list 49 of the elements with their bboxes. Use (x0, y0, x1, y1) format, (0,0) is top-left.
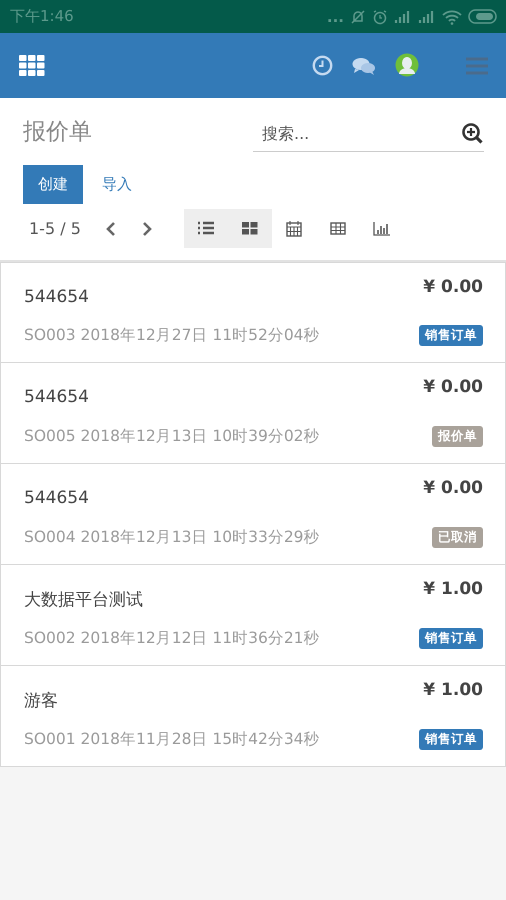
import-link[interactable]: 导入 (87, 165, 147, 204)
bell-off-icon (350, 8, 366, 24)
record-card[interactable]: 544654 ¥ 0.00 SO004 2018年12月13日 10时33分29秒 已取消 (0, 464, 506, 565)
status-tag: 销售订单 (419, 628, 483, 648)
create-button[interactable]: 创建 (23, 165, 83, 204)
search-field[interactable]: 搜索... (260, 123, 462, 144)
record-amount: ¥ 0.00 (423, 277, 483, 297)
record-reference: SO004 2018年12月13日 10时33分29秒 (24, 526, 321, 548)
record-card[interactable]: 大数据平台测试 ¥ 1.00 SO002 2018年12月12日 11时36分21秒 销售订单 (0, 565, 506, 666)
view-switch-button[interactable] (228, 209, 272, 248)
status-dots: ... (326, 8, 344, 26)
wifi-icon (442, 8, 462, 24)
avatar-icon[interactable] (395, 52, 419, 78)
clock-icon[interactable] (312, 55, 333, 76)
record-reference: SO003 2018年12月27日 11时52分04秒 (24, 325, 321, 346)
status-tag: 已取消 (432, 526, 483, 548)
record-name: 544654 (24, 287, 90, 307)
record-name: 游客 (24, 690, 59, 712)
chat-icon[interactable] (352, 56, 376, 76)
signal-icon (394, 10, 412, 24)
status-tag: 报价单 (432, 426, 483, 446)
pager-range: 1-5 / 5 (29, 219, 81, 238)
calendar-icon (284, 219, 304, 238)
record-name: 544654 (24, 488, 90, 508)
record-amount: ¥ 0.00 (423, 377, 483, 397)
record-card[interactable]: 544654 ¥ 0.00 SO005 2018年12月13日 10时39分02秒 报价单 (0, 363, 506, 464)
status-time: 下午1:46 (10, 7, 74, 26)
battery-icon (468, 9, 498, 24)
status-tag: 销售订单 (419, 728, 483, 750)
record-name: 大数据平台测试 (24, 588, 144, 610)
alarm-icon (372, 8, 388, 24)
record-amount: ¥ 1.00 (423, 680, 483, 700)
apps-grid-icon[interactable] (19, 54, 45, 76)
view-switch-button[interactable] (184, 209, 228, 248)
record-reference: SO001 2018年11月28日 15时42分34秒 (24, 728, 321, 750)
bar-chart-icon (372, 219, 392, 238)
record-card[interactable]: 游客 ¥ 1.00 SO001 2018年11月28日 15时42分34秒 销售订单 (0, 666, 506, 767)
previous-icon[interactable] (104, 220, 117, 236)
page-title: 报价单 (23, 118, 92, 147)
record-name: 544654 (24, 387, 90, 407)
search-icon[interactable] (462, 122, 484, 144)
next-icon[interactable] (140, 220, 153, 236)
signal-icon (418, 10, 436, 24)
record-amount: ¥ 1.00 (423, 579, 483, 599)
record-amount: ¥ 0.00 (423, 478, 483, 498)
record-card[interactable]: 544654 ¥ 0.00 SO003 2018年12月27日 11时52分04秒 销售订单 (0, 262, 506, 363)
record-reference: SO002 2018年12月12日 11时36分21秒 (24, 628, 321, 648)
status-tag: 销售订单 (419, 325, 483, 346)
record-reference: SO005 2018年12月13日 10时39分02秒 (24, 426, 321, 446)
